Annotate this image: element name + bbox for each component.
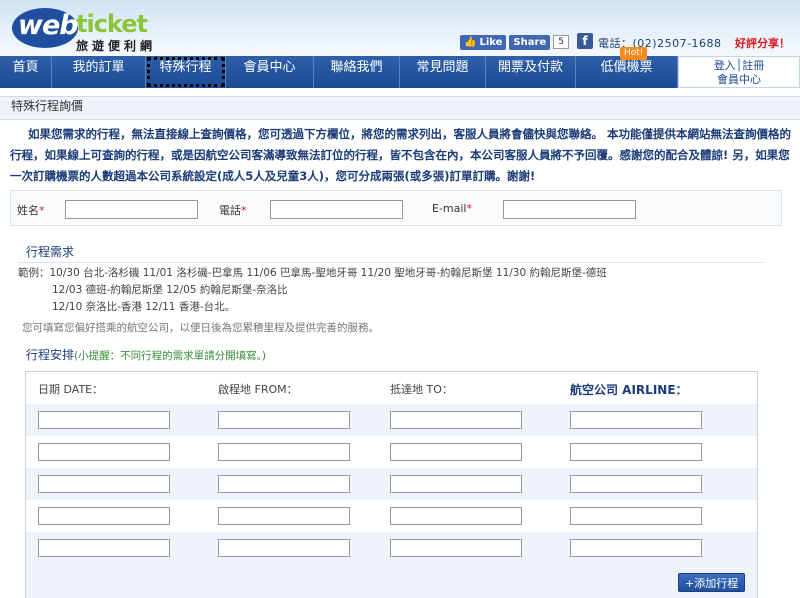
thumbs-up-icon: 👍 bbox=[464, 36, 477, 48]
example-line: 12/03 德班-約翰尼斯堡 12/05 約翰尼斯堡-奈洛比 bbox=[52, 284, 288, 296]
login-register-box[interactable]: 登入│註冊 會員中心 bbox=[678, 56, 800, 88]
name-label: 姓名* bbox=[17, 202, 45, 218]
example-line: 12/10 奈洛比-香港 12/11 香港-台北。 bbox=[52, 301, 236, 313]
date-input[interactable] bbox=[38, 443, 170, 461]
nav-item-cheap-tickets[interactable]: 低價機票 Hot! bbox=[576, 47, 678, 88]
airline-input[interactable] bbox=[570, 507, 702, 525]
airline-input[interactable] bbox=[570, 411, 702, 429]
arrangement-title: 行程安排(小提醒：不同行程的需求單請分開填寫。) bbox=[26, 346, 266, 363]
required-mark: * bbox=[241, 204, 247, 217]
member-center-link[interactable]: 會員中心 bbox=[679, 73, 799, 87]
facebook-icon[interactable]: f bbox=[577, 33, 593, 49]
airline-input[interactable] bbox=[570, 475, 702, 493]
nav-item-member-center[interactable]: 會員中心 bbox=[226, 56, 314, 88]
logo-web-text: web bbox=[18, 10, 79, 41]
to-input[interactable] bbox=[390, 411, 522, 429]
itinerary-grid: 日期 DATE： 啟程地 FROM： 抵達地 TO： 航空公司 AIRLINE：… bbox=[25, 371, 758, 598]
arrangement-hint: (小提醒：不同行程的需求單請分開填寫。) bbox=[74, 350, 266, 362]
contact-form-row: 姓名* 電話* E-mail* bbox=[10, 190, 782, 226]
arrangement-label: 行程安排 bbox=[26, 348, 75, 362]
itinerary-example: 範例：10/30 台北-洛杉磯 11/01 洛杉磯-巴拿馬 11/06 巴拿馬-… bbox=[18, 265, 788, 316]
from-input[interactable] bbox=[218, 475, 350, 493]
itinerary-row bbox=[26, 532, 757, 564]
col-from-header: 啟程地 FROM： bbox=[218, 383, 298, 396]
from-input[interactable] bbox=[218, 507, 350, 525]
grid-header: 日期 DATE： 啟程地 FROM： 抵達地 TO： 航空公司 AIRLINE： bbox=[26, 372, 757, 404]
logo-ticket-text: ticket bbox=[76, 10, 148, 38]
col-to-header: 抵達地 TO： bbox=[390, 383, 453, 396]
from-input[interactable] bbox=[218, 443, 350, 461]
nav-item-my-orders[interactable]: 我的訂單 bbox=[52, 56, 146, 88]
hot-badge: Hot! bbox=[620, 47, 648, 60]
email-label-text: E-mail bbox=[432, 202, 467, 215]
required-mark: * bbox=[466, 202, 473, 215]
fb-share-count: 5 bbox=[553, 35, 569, 49]
airline-input[interactable] bbox=[570, 539, 702, 557]
to-input[interactable] bbox=[390, 443, 522, 461]
to-input[interactable] bbox=[390, 539, 522, 557]
nav-item-special-itinerary[interactable]: 特殊行程 bbox=[146, 56, 226, 88]
good-review-share-link[interactable]: 好評分享！ bbox=[735, 35, 790, 51]
login-register-link[interactable]: 登入│註冊 bbox=[679, 59, 799, 73]
from-input[interactable] bbox=[218, 411, 350, 429]
intro-text: 如果您需求的行程，無法直接線上查詢價格，您可透過下方欄位，將您的需求列出，客服人… bbox=[10, 127, 791, 183]
phone-input[interactable] bbox=[270, 200, 403, 219]
nav-cheap-tickets-label: 低價機票 bbox=[600, 60, 653, 75]
nav-item-contact-us[interactable]: 聯絡我們 bbox=[314, 56, 400, 88]
itinerary-row bbox=[26, 404, 757, 436]
nav-item-ticketing-payment[interactable]: 開票及付款 bbox=[486, 56, 576, 88]
email-label: E-mail* bbox=[432, 202, 472, 215]
site-header: web ticket 旅遊便利網 👍 Like Share 5 f 電話：(02… bbox=[0, 0, 800, 56]
itinerary-section-label: 行程需求 bbox=[26, 245, 75, 259]
itinerary-row bbox=[26, 468, 757, 500]
name-label-text: 姓名 bbox=[17, 204, 39, 217]
name-input[interactable] bbox=[65, 200, 198, 219]
fb-share-button[interactable]: Share bbox=[509, 34, 551, 50]
webticket-logo[interactable]: web ticket 旅遊便利網 bbox=[12, 6, 162, 53]
col-date-header: 日期 DATE： bbox=[38, 383, 104, 396]
date-input[interactable] bbox=[38, 507, 170, 525]
phone-number: 電話：(02)2507-1688 bbox=[598, 37, 722, 50]
page-title: 特殊行程詢價 bbox=[0, 96, 800, 120]
email-input[interactable] bbox=[503, 200, 636, 219]
itinerary-row bbox=[26, 436, 757, 468]
date-input[interactable] bbox=[38, 539, 170, 557]
fb-like-label: Like bbox=[479, 36, 503, 48]
to-input[interactable] bbox=[390, 475, 522, 493]
example-line: 範例：10/30 台北-洛杉磯 11/01 洛杉磯-巴拿馬 11/06 巴拿馬-… bbox=[18, 267, 607, 279]
from-input[interactable] bbox=[218, 539, 350, 557]
to-input[interactable] bbox=[390, 507, 522, 525]
col-airline-header: 航空公司 AIRLINE： bbox=[570, 383, 688, 397]
facebook-widgets: 👍 Like Share 5 bbox=[460, 34, 569, 50]
itinerary-row bbox=[26, 500, 757, 532]
required-mark: * bbox=[39, 204, 45, 217]
fb-like-button[interactable]: 👍 Like bbox=[460, 34, 507, 50]
airline-preference-note: 您可填寫您偏好搭乘的航空公司，以便日後為您累積里程及提供完善的服務。 bbox=[22, 322, 379, 334]
date-input[interactable] bbox=[38, 475, 170, 493]
nav-item-home[interactable]: 首頁 bbox=[0, 56, 52, 88]
phone-label: 電話* bbox=[219, 202, 247, 218]
grid-footer: +添加行程 bbox=[26, 564, 757, 598]
section-divider bbox=[18, 262, 763, 263]
add-itinerary-button[interactable]: +添加行程 bbox=[678, 573, 746, 592]
logo-subtitle: 旅遊便利網 bbox=[76, 39, 157, 53]
phone-label-text: 電話 bbox=[219, 204, 241, 217]
date-input[interactable] bbox=[38, 411, 170, 429]
airline-input[interactable] bbox=[570, 443, 702, 461]
nav-item-faq[interactable]: 常見問題 bbox=[400, 56, 486, 88]
